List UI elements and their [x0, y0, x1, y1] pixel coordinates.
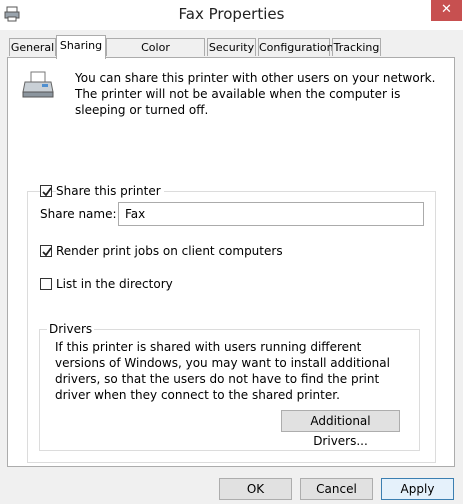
list-directory-label: List in the directory — [56, 277, 173, 291]
share-printer-checkbox[interactable] — [40, 185, 52, 197]
fax-printer-icon — [22, 70, 54, 100]
tab-color-management[interactable]: Color Management — [106, 38, 205, 72]
drivers-description: If this printer is shared with users run… — [55, 340, 390, 402]
render-jobs-checkbox[interactable] — [40, 245, 52, 257]
tab-tracking[interactable]: Tracking — [332, 38, 381, 56]
share-name-label: Share name: — [40, 207, 117, 221]
additional-drivers-button[interactable]: Additional Drivers... — [281, 410, 400, 448]
sharing-description: You can share this printer with other us… — [75, 71, 436, 117]
close-button[interactable]: ✕ — [431, 0, 462, 21]
tab-configuration[interactable]: Configuration — [258, 38, 334, 56]
ok-button[interactable]: OK — [219, 478, 292, 500]
drivers-title: Drivers — [47, 322, 95, 336]
window-title: Fax Properties — [178, 5, 285, 23]
render-jobs-label: Render print jobs on client computers — [56, 244, 283, 258]
share-printer-label: Share this printer — [56, 184, 164, 198]
tab-general[interactable]: General — [9, 38, 56, 56]
cancel-button[interactable]: Cancel — [300, 478, 373, 500]
apply-button[interactable]: Apply — [381, 478, 454, 500]
tab-sharing[interactable]: Sharing — [56, 35, 106, 59]
tab-security[interactable]: Security — [207, 38, 256, 56]
share-name-input[interactable]: Fax — [118, 202, 424, 226]
list-directory-checkbox[interactable] — [40, 278, 52, 290]
